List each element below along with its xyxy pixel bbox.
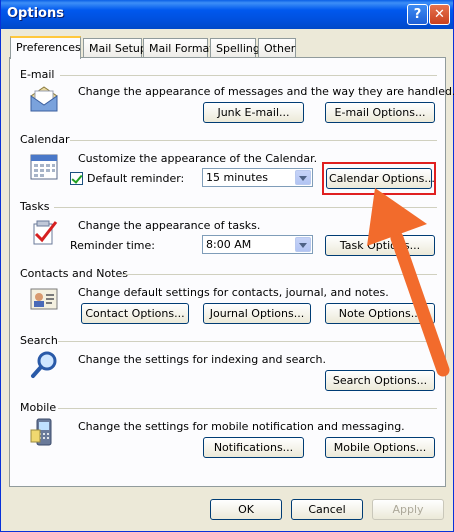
- email-section-heading: E-mail: [20, 68, 55, 81]
- calendar-description: Customize the appearance of the Calendar…: [78, 152, 318, 165]
- mobile-options-button[interactable]: Mobile Options...: [325, 437, 435, 458]
- title-bar[interactable]: Options ? ✕: [1, 0, 453, 29]
- tasks-description: Change the appearance of tasks.: [78, 219, 261, 232]
- search-description: Change the settings for indexing and sea…: [78, 353, 326, 366]
- calendar-divider: [70, 140, 437, 141]
- calendar-icon: [30, 154, 58, 180]
- close-button[interactable]: ✕: [429, 4, 450, 25]
- default-reminder-value: 15 minutes: [206, 171, 269, 184]
- help-button[interactable]: ?: [407, 4, 428, 25]
- reminder-time-select[interactable]: 8:00 AM: [202, 235, 313, 254]
- search-section-heading: Search: [20, 334, 58, 347]
- mobile-divider: [58, 408, 437, 409]
- mobile-phone-icon: [30, 418, 52, 446]
- annotation-arrow: [367, 188, 450, 377]
- mobile-description: Change the settings for mobile notificat…: [78, 420, 405, 433]
- envelope-icon: [30, 86, 58, 112]
- journal-options-button[interactable]: Journal Options...: [203, 303, 311, 324]
- default-reminder-label: Default reminder:: [87, 172, 185, 185]
- calendar-section-heading: Calendar: [20, 133, 70, 146]
- reminder-time-label: Reminder time:: [70, 239, 155, 252]
- chevron-down-icon[interactable]: [295, 237, 311, 252]
- junk-email-button[interactable]: Junk E-mail...: [203, 102, 304, 123]
- mobile-section-heading: Mobile: [20, 401, 57, 414]
- magnifier-icon: [31, 351, 57, 378]
- window-title: Options: [7, 6, 64, 21]
- default-reminder-select[interactable]: 15 minutes: [202, 168, 313, 187]
- email-options-button[interactable]: E-mail Options...: [325, 102, 435, 123]
- ok-button[interactable]: OK: [210, 499, 282, 520]
- email-description: Change the appearance of messages and th…: [78, 85, 454, 98]
- tasks-section-heading: Tasks: [20, 200, 50, 213]
- options-dialog: Options ? ✕ Preferences Mail Setup Mail …: [0, 0, 454, 532]
- contact-card-icon: [30, 288, 58, 310]
- default-reminder-checkbox[interactable]: [70, 172, 83, 185]
- tab-preferences[interactable]: Preferences: [10, 36, 81, 59]
- task-checkmark-icon: [33, 220, 58, 245]
- reminder-time-value: 8:00 AM: [206, 238, 252, 251]
- chevron-down-icon[interactable]: [295, 170, 311, 185]
- apply-button: Apply: [372, 499, 444, 520]
- contacts-description: Change default settings for contacts, jo…: [78, 286, 389, 299]
- email-divider: [60, 75, 437, 76]
- tab-spelling[interactable]: Spelling: [210, 38, 260, 59]
- notifications-button[interactable]: Notifications...: [203, 437, 304, 458]
- contacts-section-heading: Contacts and Notes: [20, 267, 128, 280]
- contact-options-button[interactable]: Contact Options...: [81, 303, 189, 324]
- cancel-button[interactable]: Cancel: [291, 499, 363, 520]
- tab-mail-setup[interactable]: Mail Setup: [83, 38, 147, 59]
- tab-mail-format[interactable]: Mail Format: [143, 38, 214, 59]
- tab-other[interactable]: Other: [258, 38, 296, 59]
